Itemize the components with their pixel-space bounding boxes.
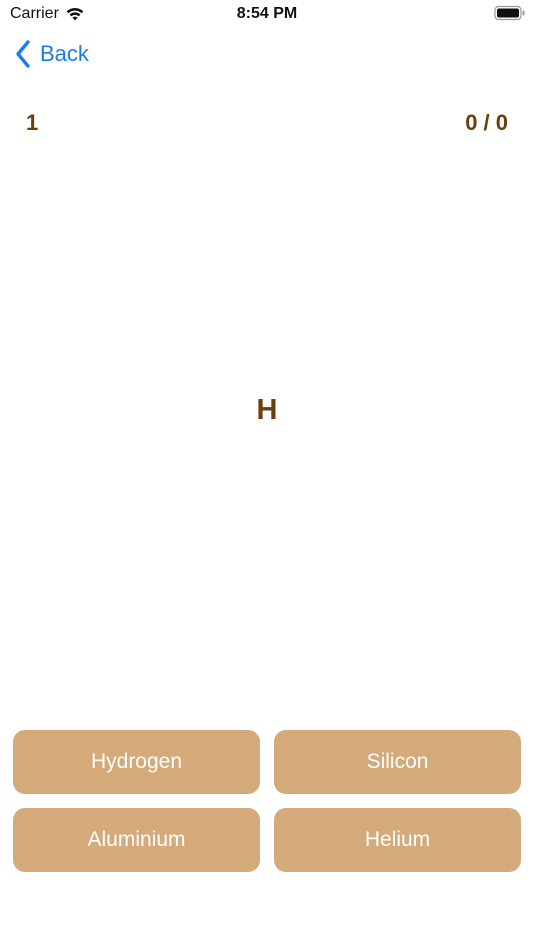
answer-button-hydrogen[interactable]: Hydrogen	[13, 730, 260, 794]
question-number: 1	[26, 110, 39, 135]
chevron-left-icon	[16, 40, 30, 68]
clock-time: 8:54 PM	[236, 5, 298, 22]
score-counter: 0 / 0	[465, 110, 508, 135]
answer-button-helium[interactable]: Helium	[274, 808, 521, 872]
battery-icon	[494, 5, 525, 21]
back-label: Back	[40, 41, 89, 66]
back-button[interactable]: Back	[14, 38, 89, 70]
answer-button-silicon[interactable]: Silicon	[274, 730, 521, 794]
status-bar: Carrier 8:54 PM	[0, 0, 534, 30]
element-symbol: H	[256, 394, 278, 426]
answer-button-aluminium[interactable]: Aluminium	[13, 808, 260, 872]
